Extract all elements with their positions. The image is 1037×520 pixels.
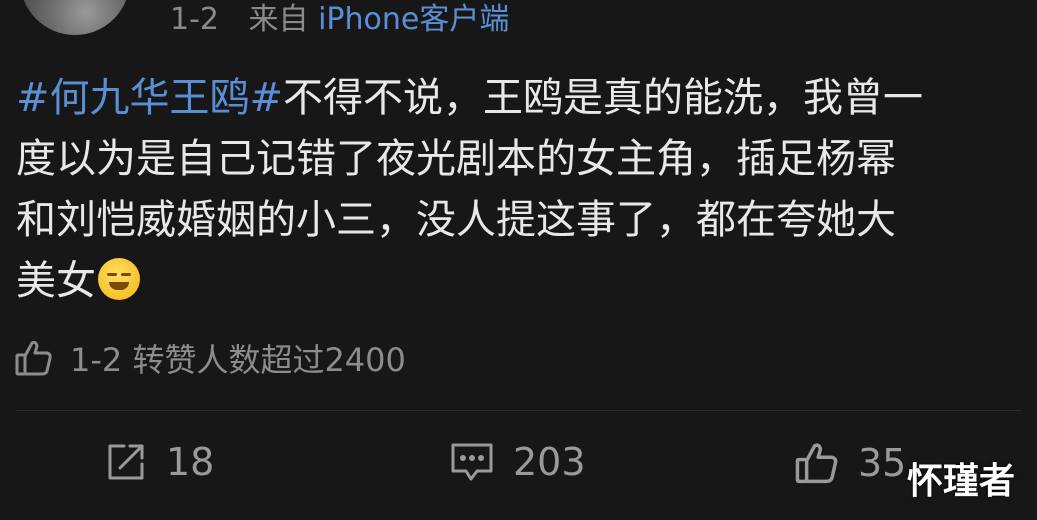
thumbs-up-icon xyxy=(794,440,840,486)
comment-count: 203 xyxy=(513,440,586,484)
avatar[interactable] xyxy=(20,0,130,35)
divider xyxy=(16,410,1021,411)
hashtag-link[interactable]: #何九华王鸥# xyxy=(16,75,283,121)
grinning-squint-emoji xyxy=(98,258,140,300)
post-date: 1-2 xyxy=(170,2,219,37)
like-count: 35 xyxy=(858,441,907,485)
share-button[interactable]: 18 xyxy=(104,440,214,484)
comment-icon xyxy=(449,440,495,484)
post-text-line2: 度以为是自己记错了夜光剧本的女主角，插足杨幂 xyxy=(16,136,896,182)
thumbs-up-icon xyxy=(14,338,54,378)
post-meta: 1-2 来自 iPhone客户端 xyxy=(170,0,509,38)
comment-button[interactable]: 203 xyxy=(449,440,586,484)
post-text-line3: 和刘恺威婚姻的小三，没人提这事了，都在夸她大 xyxy=(16,197,896,243)
action-bar: 18 203 35 xyxy=(0,440,1037,500)
share-icon xyxy=(104,440,148,484)
source-client: iPhone客户端 xyxy=(318,2,510,37)
post-content: #何九华王鸥#不得不说，王鸥是真的能洗，我曾一 度以为是自己记错了夜光剧本的女主… xyxy=(16,68,1016,312)
post-text-line1: 不得不说，王鸥是真的能洗，我曾一 xyxy=(283,75,924,121)
post-text-line4: 美女 xyxy=(16,258,96,304)
source-prefix: 来自 xyxy=(248,2,309,37)
watermark: 怀瑾者 xyxy=(906,461,1015,502)
like-summary-text: 1-2 转赞人数超过2400 xyxy=(70,341,406,379)
share-count: 18 xyxy=(166,440,215,484)
like-summary: 1-2 转赞人数超过2400 xyxy=(14,335,406,381)
like-button[interactable]: 35 xyxy=(794,440,906,486)
